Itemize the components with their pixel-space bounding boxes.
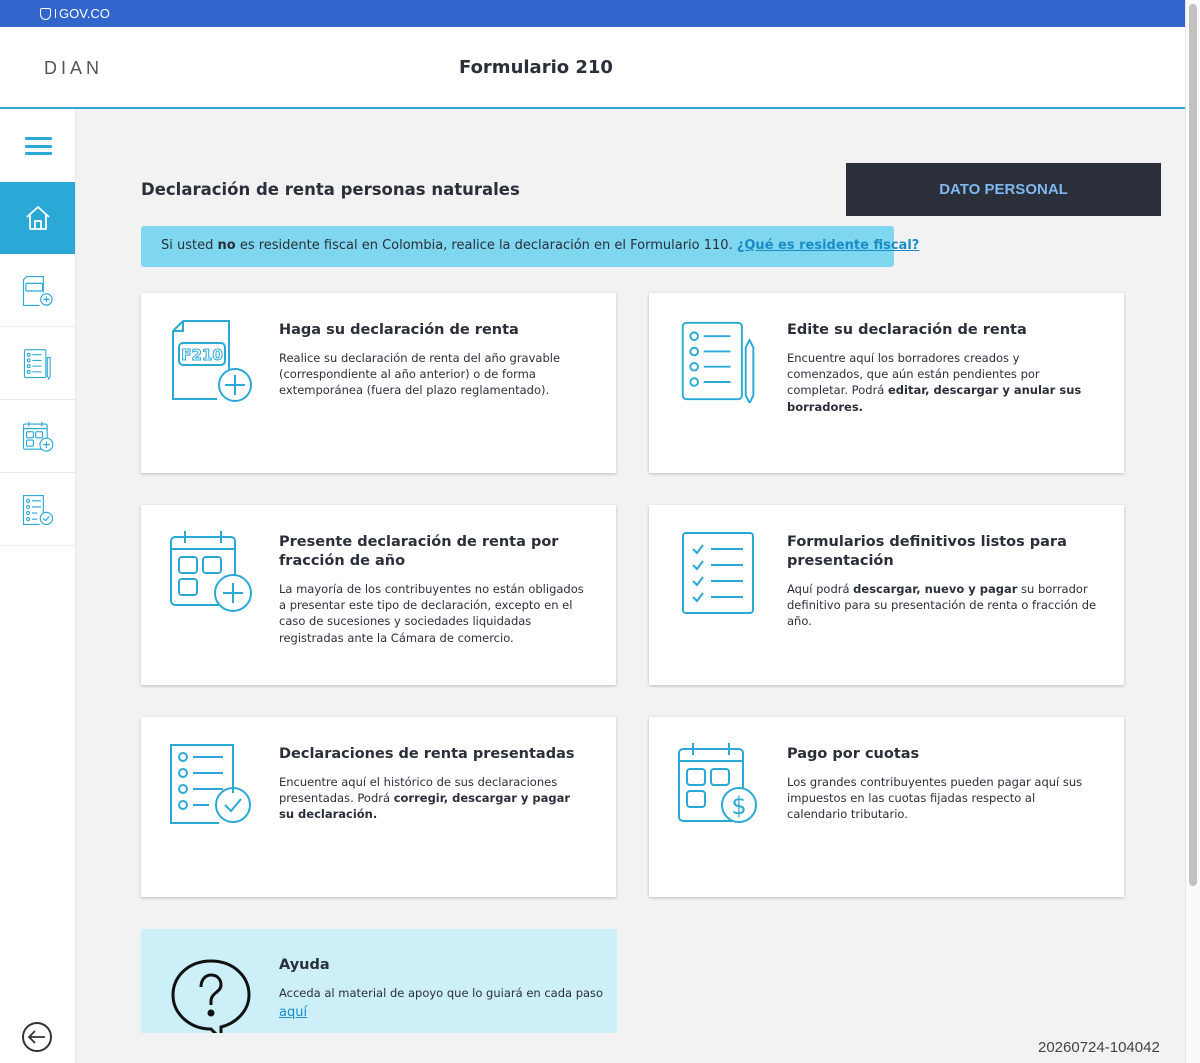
scrollbar[interactable] [1185, 0, 1200, 1063]
residence-notice: Si usted no es residente fiscal en Colom… [141, 226, 919, 267]
sidebar-item-presentadas[interactable] [0, 474, 75, 546]
svg-text:$: $ [731, 792, 746, 820]
gov-label[interactable]: GOV.CO [59, 6, 110, 21]
card-description: Encuentre aquí el histórico de sus decla… [279, 775, 571, 822]
back-arrow-icon [28, 1030, 45, 1044]
card-title: Pago por cuotas [787, 746, 920, 762]
edit-list-icon [681, 321, 755, 403]
scrollbar-thumb[interactable] [1189, 4, 1197, 886]
card-title: Formularios definitivos listos para pres… [787, 534, 1067, 569]
question-bubble-icon [171, 959, 251, 1033]
dian-logo[interactable]: DIAN [44, 58, 103, 79]
help-text: Acceda al material de apoyo que lo guiar… [279, 986, 604, 1000]
f210-add-icon: F210 [172, 320, 252, 402]
list-check-icon [22, 494, 53, 525]
gov-bar: GOV.CO [0, 0, 1185, 27]
card-description: La mayoría de los contribuyentes no está… [279, 582, 584, 645]
card-haga-declaracion[interactable]: F210 Haga su declaración de renta Realic… [141, 293, 616, 473]
back-button[interactable] [22, 1022, 52, 1052]
sidebar-item-edit[interactable] [0, 328, 75, 400]
card-description: Encuentre aquí los borradores creados y … [787, 351, 1082, 414]
timestamp: 20260724-104042 [1038, 1039, 1160, 1056]
card-title: Declaraciones de renta presentadas [279, 746, 575, 762]
card-description: Los grandes contribuyentes pueden pagar … [787, 775, 1083, 822]
header: DIAN Formulario 210 [0, 27, 1185, 109]
card-pago-cuotas[interactable]: $ Pago por cuotas Los grandes contribuye… [649, 717, 1124, 897]
calendar-add-icon [170, 531, 252, 612]
card-title: Edite su declaración de renta [787, 322, 1027, 338]
shield-icon [40, 7, 51, 20]
sidebar [0, 109, 76, 1063]
help-card: Ayuda Acceda al material de apoyo que lo… [141, 929, 617, 1033]
card-description: Realice su declaración de renta del año … [279, 351, 561, 398]
checklist-icon [682, 532, 754, 614]
card-title: Presente declaración de renta por fracci… [279, 534, 559, 569]
card-edite-declaracion[interactable]: Edite su declaración de renta Encuentre … [649, 293, 1124, 473]
section-title: Declaración de renta personas naturales [141, 180, 520, 199]
sidebar-item-f210[interactable] [0, 255, 75, 327]
card-description: Aquí podrá descargar, nuevo y pagar su b… [787, 582, 1097, 629]
edit-list-icon [23, 348, 51, 380]
residente-fiscal-link[interactable]: ¿Qué es residente fiscal? [737, 238, 919, 253]
sidebar-item-home[interactable] [0, 182, 75, 254]
card-title: Haga su declaración de renta [279, 322, 519, 338]
card-fraccion-ano[interactable]: Presente declaración de renta por fracci… [141, 505, 616, 685]
help-link[interactable]: aquí [279, 1005, 307, 1020]
hamburger-icon[interactable] [25, 137, 52, 155]
svg-text:F210: F210 [181, 346, 223, 364]
sidebar-item-fraccion[interactable] [0, 401, 75, 473]
calendar-dollar-icon: $ [678, 743, 757, 823]
card-declaraciones-presentadas[interactable]: Declaraciones de renta presentadas Encue… [141, 717, 616, 897]
dato-personal-button[interactable]: DATO PERSONAL [846, 163, 1161, 216]
calendar-add-icon [22, 421, 53, 452]
card-formularios-definitivos[interactable]: Formularios definitivos listos para pres… [649, 505, 1124, 685]
list-check-icon [170, 744, 251, 824]
home-icon [25, 206, 50, 230]
f210-add-icon [22, 275, 53, 306]
help-title: Ayuda [279, 957, 330, 973]
page-title: Formulario 210 [459, 57, 613, 78]
